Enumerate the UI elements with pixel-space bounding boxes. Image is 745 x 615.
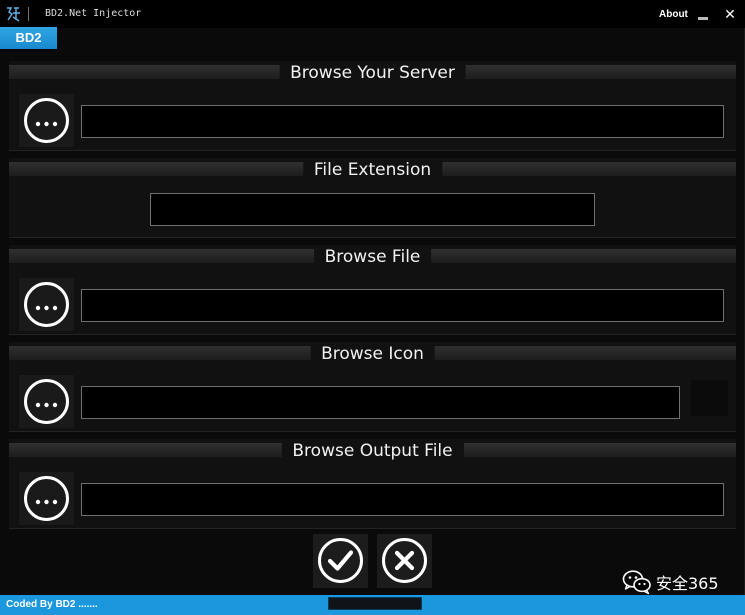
injector-window: BD2.Net Injector About ✕ BD2 Browse Your… [0,0,745,615]
extension-section-title: File Extension [302,158,443,182]
ellipsis-icon [24,282,69,327]
title-bar: BD2.Net Injector About ✕ [0,0,745,28]
watermark-text: 安全365 [656,574,719,593]
server-section-title: Browse Your Server [279,61,466,85]
file-path-input[interactable] [81,289,724,322]
browse-icon-button[interactable] [19,375,74,428]
icon-path-input[interactable] [81,386,680,419]
file-extension-input[interactable] [150,193,595,226]
progress-bar [328,597,422,610]
tab-bd2[interactable]: BD2 [0,27,57,49]
status-bar: Coded By BD2 ....... [0,595,745,615]
minimize-icon[interactable] [697,10,709,22]
window-title: BD2.Net Injector [45,8,142,19]
ellipsis-icon [24,476,69,521]
wechat-icon [622,570,651,595]
server-path-input[interactable] [81,105,724,138]
confirm-button[interactable] [313,534,368,588]
browse-file-button[interactable] [19,278,74,331]
title-separator [28,7,29,21]
browse-server-button[interactable] [19,94,74,147]
file-section: Browse File [9,245,736,335]
output-section: Browse Output File [9,439,736,529]
output-section-title: Browse Output File [281,439,464,463]
watermark: 安全365 [622,569,719,595]
cancel-button[interactable] [377,534,432,588]
status-text: Coded By BD2 ....... [6,599,98,610]
extension-section: File Extension [9,158,736,238]
output-path-input[interactable] [81,483,724,516]
x-circle-icon [382,538,427,583]
file-section-title: Browse File [313,245,432,269]
icon-preview [691,380,728,416]
check-icon [318,538,363,583]
logo-icon [7,7,20,22]
browse-output-button[interactable] [19,472,74,525]
close-icon[interactable]: ✕ [723,8,737,22]
icon-section-title: Browse Icon [310,342,435,366]
about-link[interactable]: About [659,9,688,20]
ellipsis-icon [24,98,69,143]
ellipsis-icon [24,379,69,424]
server-section: Browse Your Server [9,61,736,151]
icon-section: Browse Icon [9,342,736,432]
